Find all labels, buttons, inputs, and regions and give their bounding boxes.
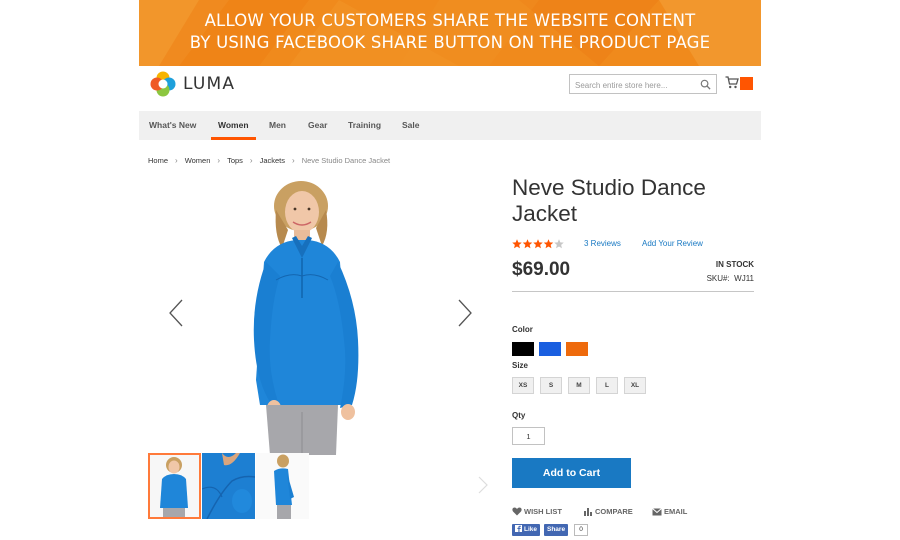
info-divider [512, 291, 754, 292]
breadcrumb-tops[interactable]: Tops [227, 156, 243, 165]
main-navigation: What's New Women Men Gear Training Sale [139, 111, 761, 140]
cart-counter-badge[interactable] [740, 77, 753, 90]
gallery-next-arrow-icon[interactable] [458, 299, 472, 327]
stock-status: IN STOCK [715, 260, 754, 269]
rating-stars-icon [512, 239, 564, 249]
search-input[interactable] [570, 76, 694, 95]
size-option-m[interactable]: M [568, 377, 590, 394]
size-label: Size [512, 361, 529, 370]
breadcrumb-women[interactable]: Women [185, 156, 211, 165]
breadcrumb-separator-icon: › [175, 156, 178, 165]
nav-item-gear[interactable]: Gear [308, 120, 327, 130]
facebook-f-icon [515, 525, 522, 532]
site-header: LUMA [139, 66, 761, 111]
color-swatch-black[interactable] [512, 342, 534, 356]
breadcrumb-jackets[interactable]: Jackets [260, 156, 285, 165]
size-option-s[interactable]: S [540, 377, 562, 394]
facebook-like-label: Like [524, 526, 538, 533]
facebook-like-button[interactable]: Like [512, 524, 541, 536]
compare-action[interactable]: COMPARE [583, 507, 633, 516]
rating-star-icon [522, 239, 533, 249]
sku-label: SKU#: [706, 274, 730, 283]
qty-input[interactable] [512, 427, 545, 445]
thumbnail-next-arrow-icon[interactable] [478, 476, 488, 494]
product-title: Neve Studio Dance Jacket [512, 175, 706, 226]
thumbnail-side[interactable] [256, 453, 309, 519]
cart-icon[interactable] [725, 76, 739, 89]
nav-active-indicator [211, 137, 256, 140]
banner-line-1: ALLOW YOUR CUSTOMERS SHARE THE WEBSITE C… [204, 11, 696, 30]
compare-icon [584, 508, 592, 516]
size-option-xl[interactable]: XL [624, 377, 646, 394]
size-option-xs[interactable]: XS [512, 377, 534, 394]
color-swatch-orange[interactable] [566, 342, 588, 356]
breadcrumb-separator-icon: › [217, 156, 221, 165]
nav-item-whats-new[interactable]: What's New [149, 120, 196, 130]
breadcrumb-separator-icon: › [292, 156, 295, 165]
luma-logo-icon[interactable] [149, 70, 177, 98]
email-action[interactable]: EMAIL [652, 507, 687, 516]
facebook-share-button[interactable]: Share [544, 524, 569, 536]
sku-line: SKU#: WJ11 [707, 274, 754, 283]
search-box [569, 74, 717, 95]
product-page: ALLOW YOUR CUSTOMERS SHARE THE WEBSITE C… [0, 0, 900, 540]
rating-star-icon [533, 239, 543, 249]
nav-item-women[interactable]: Women [218, 120, 249, 130]
breadcrumb-current: Neve Studio Dance Jacket [301, 156, 391, 165]
nav-item-sale[interactable]: Sale [402, 120, 420, 130]
facebook-share-count: 0 [574, 524, 588, 536]
thumbnail-front[interactable] [148, 453, 201, 519]
size-option-l[interactable]: L [596, 377, 618, 394]
rating-star-icon [512, 239, 522, 249]
wishlist-label: WISH LIST [524, 507, 562, 516]
email-label: EMAIL [664, 507, 688, 516]
banner-line-2: BY USING FACEBOOK SHARE BUTTON ON THE PR… [189, 33, 711, 52]
logo-text[interactable]: LUMA [183, 74, 235, 94]
promo-banner: ALLOW YOUR CUSTOMERS SHARE THE WEBSITE C… [139, 0, 761, 66]
add-to-cart-button[interactable]: Add to Cart [512, 458, 631, 488]
color-label: Color [512, 325, 533, 334]
qty-label: Qty [512, 411, 526, 420]
breadcrumb: Home › Women › Tops › Jackets › Neve Studio Danc… [148, 156, 390, 165]
envelope-icon [652, 508, 662, 516]
rating-star-icon [543, 239, 554, 249]
sku-value: WJ11 [734, 274, 754, 283]
reviews-link[interactable]: 3 Reviews [584, 239, 621, 248]
breadcrumb-separator-icon: › [249, 156, 253, 165]
nav-item-training[interactable]: Training [348, 120, 381, 130]
breadcrumb-home[interactable]: Home [148, 156, 168, 165]
compare-label: COMPARE [595, 507, 633, 516]
product-price: $69.00 [512, 259, 571, 280]
rating-star-icon [554, 239, 564, 249]
add-review-link[interactable]: Add Your Review [642, 239, 703, 248]
thumbnail-back-detail[interactable] [202, 453, 255, 519]
search-icon[interactable] [700, 79, 711, 90]
wishlist-action[interactable]: WISH LIST [512, 507, 562, 516]
heart-icon [512, 507, 522, 516]
nav-item-men[interactable]: Men [269, 120, 286, 130]
color-swatch-blue[interactable] [539, 342, 561, 356]
gallery-prev-arrow-icon[interactable] [169, 299, 183, 327]
product-main-image[interactable] [230, 180, 370, 455]
